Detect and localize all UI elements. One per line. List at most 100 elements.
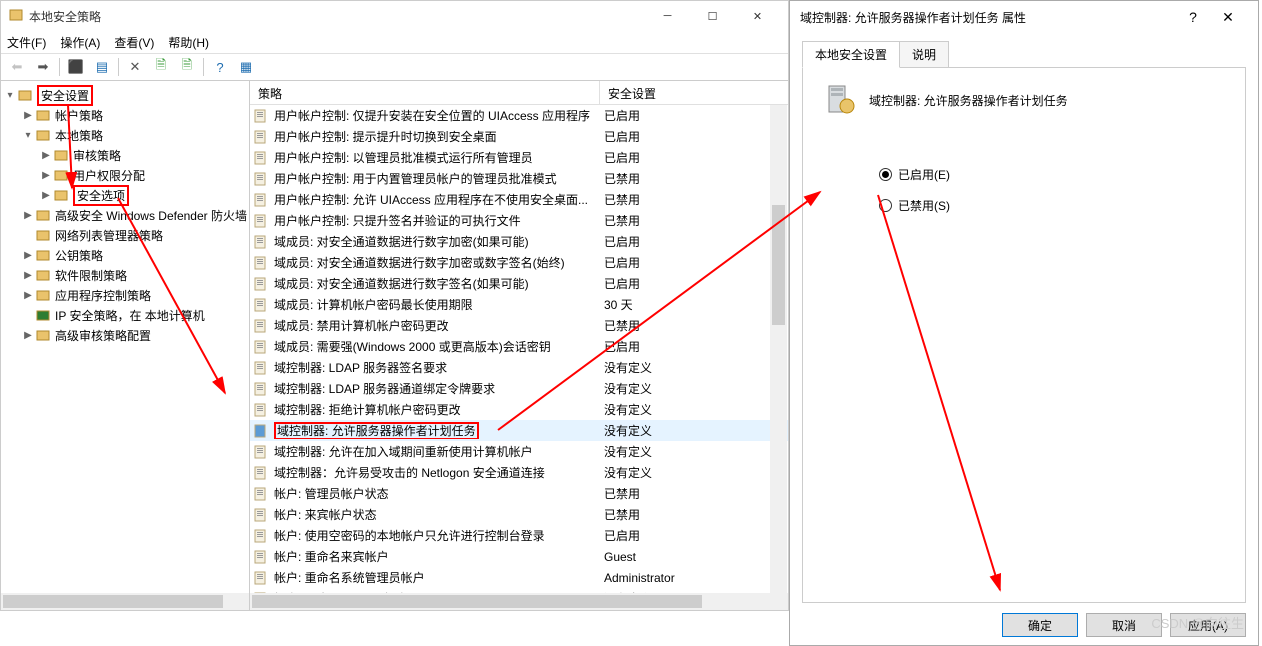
list-row[interactable]: 域成员: 对安全通道数据进行数字签名(如果可能)已启用 [250,273,788,294]
menu-action[interactable]: 操作(A) [60,34,100,51]
list-row[interactable]: 域成员: 对安全通道数据进行数字加密(如果可能)已启用 [250,231,788,252]
policy-value: 没有定义 [600,401,788,418]
minimize-button[interactable]: ─ [645,1,690,31]
folder-icon [53,168,69,182]
list-row[interactable]: 域控制器: 允许服务器操作者计划任务没有定义 [250,420,788,441]
policy-icon [254,445,270,459]
policy-name: 域控制器: 允许在加入域期间重新使用计算机帐户 [274,443,533,460]
policy-value: 已禁用 [600,485,788,502]
tree-item[interactable]: ▶安全选项 [3,185,247,205]
dialog-help-button[interactable]: ? [1178,9,1208,25]
list-row[interactable]: 用户帐户控制: 只提升签名并验证的可执行文件 已禁用 [250,210,788,231]
policy-icon [254,424,270,438]
list-button[interactable]: ▤ [90,56,114,78]
policy-value: 没有定义 [600,464,788,481]
policy-icon [254,319,270,333]
list-row[interactable]: 用户帐户控制: 用于内置管理员帐户的管理员批准模式已禁用 [250,168,788,189]
tree-item[interactable]: ▶审核策略 [3,145,247,165]
policy-icon [254,235,270,249]
tree-item-label: 软件限制策略 [55,267,127,284]
policy-icon [254,109,270,123]
policy-name: 用户帐户控制: 只提升签名并验证的可执行文件 [274,212,521,229]
list-row[interactable]: 帐户: 重命名系统管理员帐户Administrator [250,567,788,588]
tab-local-setting[interactable]: 本地安全设置 [802,41,900,68]
menu-view[interactable]: 查看(V) [114,34,154,51]
export-button[interactable]: 🗎 [149,56,173,78]
list-scrollbar-h[interactable] [250,593,788,610]
policy-name: 域控制器: LDAP 服务器签名要求 [274,359,447,376]
list-row[interactable]: 用户帐户控制: 仅提升安装在安全位置的 UIAccess 应用程序已启用 [250,105,788,126]
policy-icon [254,382,270,396]
list-row[interactable]: 用户帐户控制: 允许 UIAccess 应用程序在不使用安全桌面...已禁用 [250,189,788,210]
tree-item[interactable]: ▶帐户策略 [3,105,247,125]
tree-item[interactable]: ▶公钥策略 [3,245,247,265]
up-button[interactable]: ⬛ [64,56,88,78]
menu-help[interactable]: 帮助(H) [168,34,209,51]
policy-value: 没有定义 [600,443,788,460]
tree-item-label: 高级审核策略配置 [55,327,151,344]
policy-value: 已禁用 [600,317,788,334]
policy-value: 已启用 [600,275,788,292]
tree-item-label: 本地策略 [55,127,103,144]
window-title: 本地安全策略 [29,8,101,25]
list-row[interactable]: 域成员: 禁用计算机帐户密码更改已禁用 [250,315,788,336]
policy-value: 30 天 [600,296,788,313]
list-row[interactable]: 用户帐户控制: 以管理员批准模式运行所有管理员已启用 [250,147,788,168]
policy-icon [254,193,270,207]
tree-item[interactable]: ▾本地策略 [3,125,247,145]
tree-item[interactable]: ▶IP 安全策略，在 本地计算机 [3,305,247,325]
policy-name: 域成员: 对安全通道数据进行数字加密(如果可能) [274,233,529,250]
tree-root-label[interactable]: 安全设置 [37,85,93,106]
policy-name: 用户帐户控制: 允许 UIAccess 应用程序在不使用安全桌面... [274,191,588,208]
watermark: CSDN @向往生 [1151,613,1244,632]
list-row[interactable]: 域成员: 对安全通道数据进行数字加密或数字签名(始终)已启用 [250,252,788,273]
list-row[interactable]: 域控制器: 允许在加入域期间重新使用计算机帐户 没有定义 [250,441,788,462]
tree-item[interactable]: ▶应用程序控制策略 [3,285,247,305]
tree-item[interactable]: ▶高级安全 Windows Defender 防火墙 [3,205,247,225]
list-row[interactable]: 帐户: 重命名来宾帐户Guest [250,546,788,567]
list-row[interactable]: 帐户: 管理员帐户状态 已禁用 [250,483,788,504]
tree-item[interactable]: ▶网络列表管理器策略 [3,225,247,245]
col-header-policy[interactable]: 策略 [250,81,600,104]
close-button[interactable]: ✕ [735,1,780,31]
list-row[interactable]: 域成员: 计算机帐户密码最长使用期限30 天 [250,294,788,315]
tree-item[interactable]: ▶用户权限分配 [3,165,247,185]
export-list-button[interactable]: ▦ [234,56,258,78]
ok-button[interactable]: 确定 [1002,613,1078,637]
maximize-button[interactable]: ☐ [690,1,735,31]
list-row[interactable]: 帐户: 来宾帐户状态已禁用 [250,504,788,525]
policy-name: 帐户: 管理员帐户状态 [274,485,389,502]
list-row[interactable]: 域控制器: LDAP 服务器签名要求没有定义 [250,357,788,378]
list-row[interactable]: 帐户: 使用空密码的本地帐户只允许进行控制台登录已启用 [250,525,788,546]
list-row[interactable]: 用户帐户控制: 提示提升时切换到安全桌面已启用 [250,126,788,147]
dialog-title: 域控制器: 允许服务器操作者计划任务 属性 [800,9,1026,26]
list-scrollbar-v[interactable] [770,105,787,593]
list-row[interactable]: 域控制器: LDAP 服务器通道绑定令牌要求没有定义 [250,378,788,399]
back-button[interactable]: ⬅ [5,56,29,78]
list-row[interactable]: 域控制器: 拒绝计算机帐户密码更改没有定义 [250,399,788,420]
policy-value: 已禁用 [600,506,788,523]
folder-icon [53,148,69,162]
refresh-button[interactable]: 🗎 [175,56,199,78]
tree-scrollbar-h[interactable] [1,593,249,610]
delete-button[interactable]: ✕ [123,56,147,78]
policy-icon [254,361,270,375]
radio-disabled[interactable]: 已禁用(S) [879,197,1225,214]
policy-value: Guest [600,550,788,564]
dialog-close-button[interactable]: ✕ [1208,9,1248,26]
policy-icon [254,172,270,186]
menu-file[interactable]: 文件(F) [7,34,46,51]
policy-value: 已禁用 [600,212,788,229]
list-row[interactable]: 域控制器：允许易受攻击的 Netlogon 安全通道连接没有定义 [250,462,788,483]
radio-enabled[interactable]: 已启用(E) [879,166,1225,183]
list-row[interactable]: 域成员: 需要强(Windows 2000 或更高版本)会话密钥已启用 [250,336,788,357]
policy-icon [254,466,270,480]
radio-enabled-indicator [879,168,892,181]
col-header-setting[interactable]: 安全设置 [600,81,788,104]
tree-item[interactable]: ▶高级审核策略配置 [3,325,247,345]
forward-button[interactable]: ➡ [31,56,55,78]
help-button[interactable]: ? [208,56,232,78]
tree-item[interactable]: ▶软件限制策略 [3,265,247,285]
folder-icon [35,128,51,142]
tab-explain[interactable]: 说明 [899,41,949,68]
